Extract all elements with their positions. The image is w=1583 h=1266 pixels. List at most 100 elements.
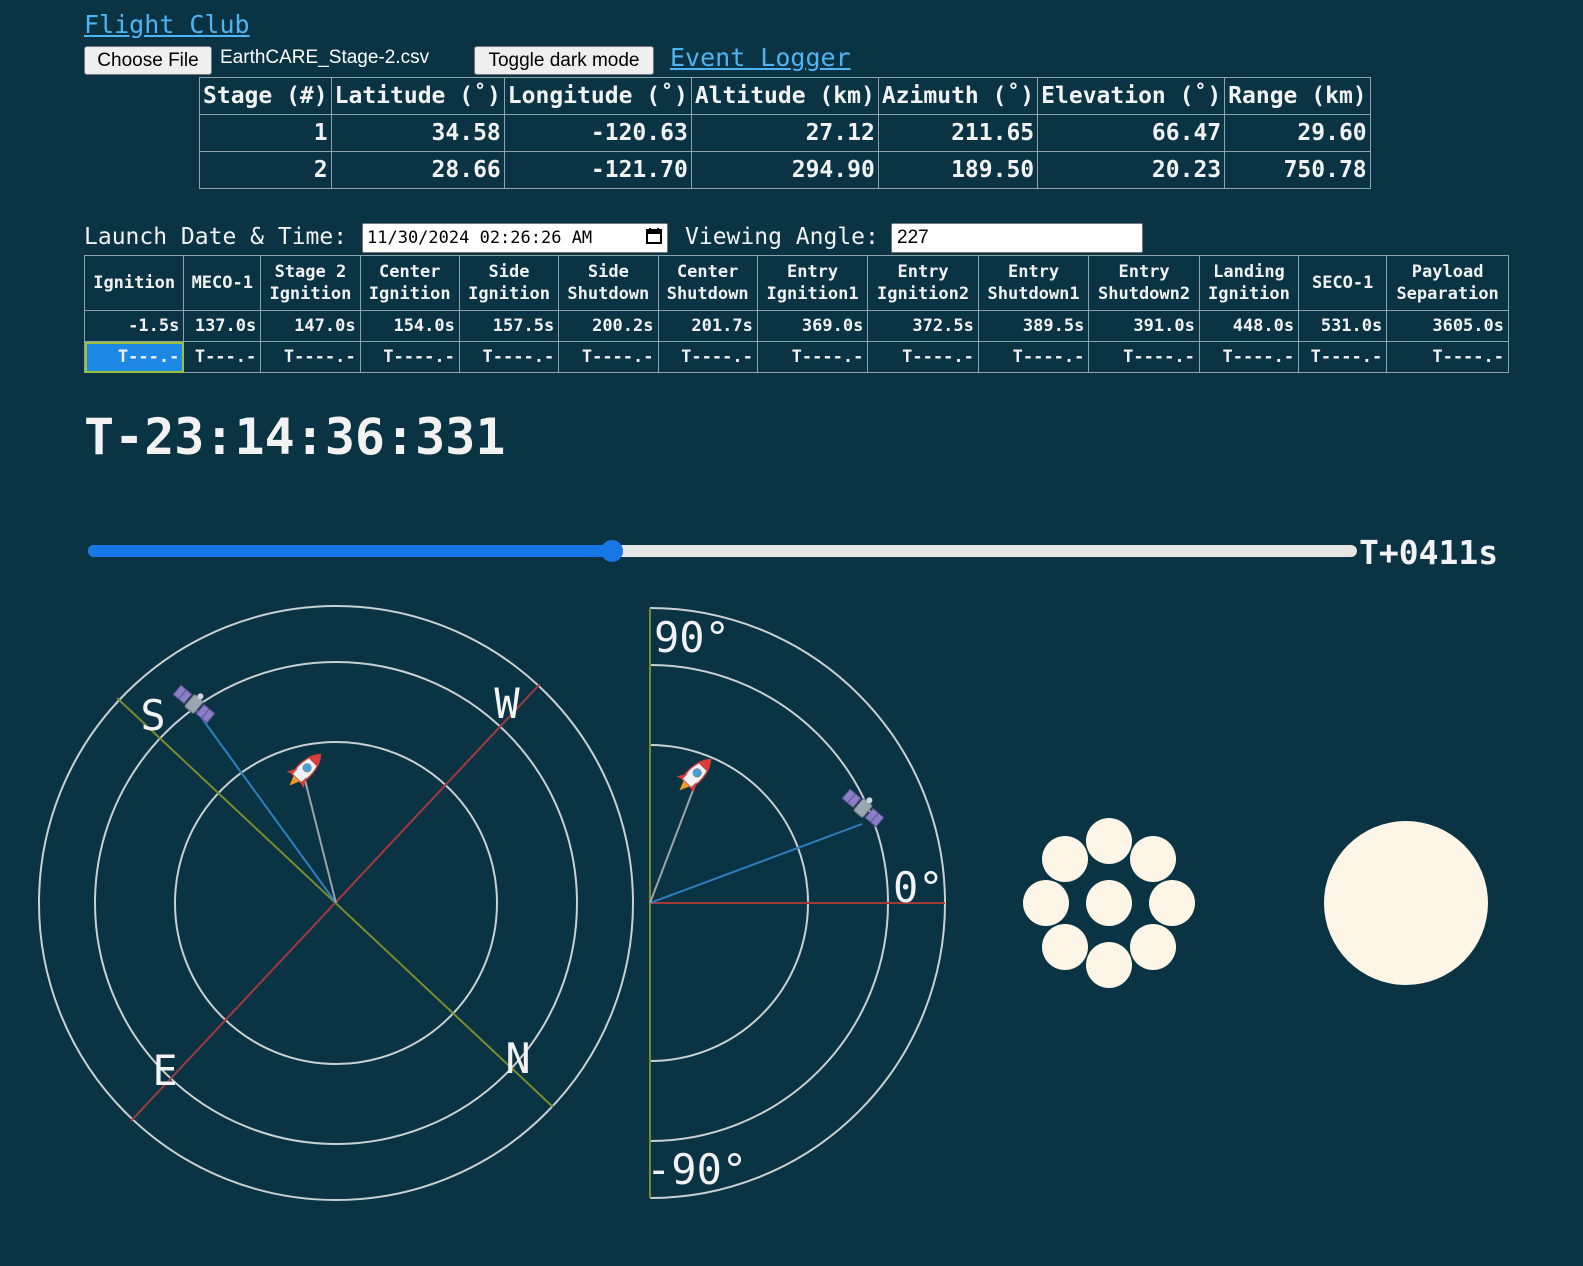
stage-table-cell: 34.58 bbox=[330, 114, 505, 152]
flight-club-link[interactable]: Flight Club bbox=[84, 10, 250, 39]
event-header-line: Ignition bbox=[368, 284, 451, 304]
satellite-icon bbox=[840, 783, 889, 829]
compass-label-w: W bbox=[494, 679, 520, 728]
toggle-dark-mode-button[interactable]: Toggle dark mode bbox=[474, 46, 654, 75]
table-row: 1 34.58 -120.63 27.12 211.65 66.47 29.60 bbox=[199, 114, 1371, 152]
event-header-line: Entry bbox=[897, 261, 949, 282]
event-countdown-cell[interactable]: T----.- bbox=[1088, 341, 1200, 373]
event-countdown-cell[interactable]: T----.- bbox=[756, 341, 869, 373]
rocket-icon bbox=[280, 745, 330, 795]
stage-table-cell: 66.47 bbox=[1037, 114, 1226, 152]
choose-file-button[interactable]: Choose File bbox=[84, 46, 212, 75]
event-header-line: Shutdown bbox=[567, 284, 650, 304]
compass-ring-outer bbox=[38, 605, 634, 1201]
event-logger-link[interactable]: Event Logger bbox=[670, 43, 851, 72]
time-slider[interactable] bbox=[88, 540, 1357, 562]
event-time-cell: 154.0s bbox=[359, 310, 460, 342]
event-header-line: MECO-1 bbox=[191, 272, 253, 293]
engine-outer-5 bbox=[1086, 942, 1132, 988]
stage-table-cell: 27.12 bbox=[690, 114, 879, 152]
stage-table-header: Elevation (˚) bbox=[1037, 77, 1226, 115]
event-time-cell: 391.0s bbox=[1088, 310, 1200, 342]
event-time-cell: 372.5s bbox=[867, 310, 979, 342]
event-header: SECO-1 bbox=[1298, 255, 1388, 311]
event-time-cell: 201.7s bbox=[657, 310, 758, 342]
event-header-line: Payload bbox=[1411, 261, 1484, 282]
compass-ring-middle bbox=[94, 661, 578, 1145]
event-header: Side Ignition bbox=[458, 255, 560, 311]
rocket-icon bbox=[670, 750, 720, 800]
event-header-line: Shutdown2 bbox=[1098, 284, 1191, 304]
second-stage-engine bbox=[1324, 821, 1488, 985]
event-header: Landing Ignition bbox=[1198, 255, 1300, 311]
event-time-cell: 389.5s bbox=[977, 310, 1090, 342]
stage-table-header: Altitude (km) bbox=[690, 77, 879, 115]
azimuth-compass: S W E N bbox=[38, 605, 634, 1201]
event-time-cell: -1.5s bbox=[83, 310, 185, 342]
elevation-label-neg90: -90° bbox=[646, 1145, 747, 1194]
engine-outer-2 bbox=[1130, 836, 1176, 882]
selected-file-name: EarthCARE_Stage-2.csv bbox=[220, 47, 430, 68]
event-header: Payload Separation bbox=[1386, 255, 1509, 311]
satellite-elevation-line bbox=[649, 823, 863, 904]
event-header-line: Entry bbox=[1007, 261, 1060, 282]
stage-table-cell: -121.70 bbox=[503, 151, 692, 189]
engine-outer-3 bbox=[1149, 880, 1195, 926]
viewing-angle-label: Viewing Angle: bbox=[685, 224, 879, 250]
event-countdown-cell[interactable]: T----.- bbox=[867, 341, 979, 373]
event-header-line: Ignition bbox=[468, 284, 550, 304]
engine-outer-1 bbox=[1086, 818, 1132, 864]
event-countdown-cell[interactable]: T----.- bbox=[1386, 341, 1509, 373]
launch-datetime-input[interactable]: 11/30/2024 02:26:26 AM bbox=[362, 223, 668, 253]
stage-table-cell: 29.60 bbox=[1224, 114, 1371, 152]
satellite-icon bbox=[171, 679, 220, 725]
event-countdown-cell[interactable]: T----.- bbox=[260, 341, 361, 373]
launch-countdown: T-23:14:36:331 bbox=[84, 408, 506, 466]
event-countdown-cell[interactable]: T----.- bbox=[977, 341, 1090, 373]
event-countdown-cell[interactable]: T----.- bbox=[657, 341, 758, 373]
event-header: Center Shutdown bbox=[657, 255, 758, 311]
event-header: Entry Ignition1 bbox=[756, 255, 869, 311]
event-countdown-cell[interactable]: T----.- bbox=[1298, 341, 1388, 373]
stage-table-header: Azimuth (˚) bbox=[877, 77, 1039, 115]
elevation-ring-inner bbox=[650, 744, 809, 1062]
event-time-cell: 157.5s bbox=[458, 310, 560, 342]
calendar-icon[interactable] bbox=[645, 227, 663, 250]
stage-table-cell: 750.78 bbox=[1224, 151, 1371, 189]
event-countdown-cell[interactable]: T----.- bbox=[359, 341, 460, 373]
event-header-line: Entry bbox=[1118, 261, 1170, 282]
stage-position-table: Stage (#) Latitude (˚) Longitude (˚) Altitu… bbox=[199, 77, 1371, 189]
event-countdown-cell[interactable]: T----.- bbox=[1198, 341, 1300, 373]
event-countdown-cell[interactable]: T----.- bbox=[458, 341, 560, 373]
event-header-line: Stage 2 bbox=[274, 261, 347, 282]
rocket-elevation-line bbox=[649, 784, 696, 904]
event-header-line: Side bbox=[488, 261, 530, 282]
stage-table-header: Range (km) bbox=[1224, 77, 1371, 115]
engine-center bbox=[1086, 880, 1132, 926]
stage-table-cell: 1 bbox=[199, 114, 332, 152]
event-header-line: Ignition bbox=[93, 272, 176, 293]
launch-datetime-value: 11/30/2024 02:26:26 AM bbox=[367, 228, 593, 248]
event-header-line: Landing bbox=[1213, 261, 1285, 282]
time-slider-thumb[interactable] bbox=[601, 540, 624, 562]
event-header: Side Shutdown bbox=[558, 255, 659, 311]
event-time-cell: 137.0s bbox=[183, 310, 262, 342]
elevation-label-0: 0° bbox=[893, 863, 944, 912]
time-slider-fill bbox=[88, 545, 613, 557]
event-header-line: Shutdown1 bbox=[987, 284, 1080, 304]
compass-label-e: E bbox=[152, 1046, 177, 1095]
elevation-ring-middle bbox=[650, 664, 889, 1142]
event-header: Ignition bbox=[83, 255, 185, 311]
stage-table-cell: 20.23 bbox=[1037, 151, 1226, 189]
elevation-label-90: 90° bbox=[654, 613, 730, 662]
elevation-ring-outer bbox=[650, 607, 946, 1199]
engine-outer-6 bbox=[1042, 924, 1088, 970]
event-header: Stage 2 Ignition bbox=[260, 255, 361, 311]
event-header-line: SECO-1 bbox=[1311, 272, 1374, 293]
viewing-angle-input[interactable] bbox=[891, 223, 1143, 253]
event-countdown-cell[interactable]: T----.- bbox=[558, 341, 659, 373]
event-countdown-cell[interactable]: T---.- bbox=[83, 341, 185, 373]
compass-ring-inner bbox=[174, 741, 498, 1065]
event-header-line: Shutdown bbox=[666, 284, 749, 304]
event-countdown-cell[interactable]: T---.- bbox=[183, 341, 262, 373]
